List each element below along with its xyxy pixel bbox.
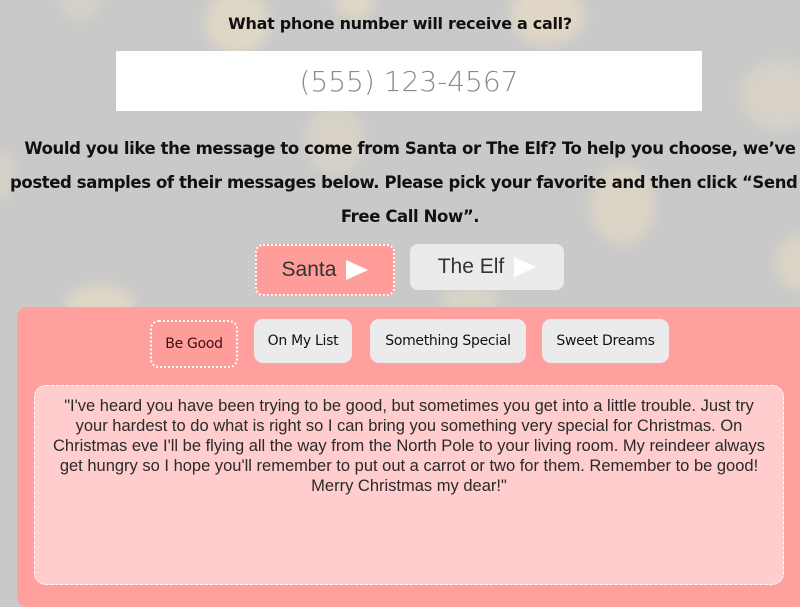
voice-instructions-line: posted samples of their messages below. … — [10, 173, 800, 192]
play-icon — [514, 257, 537, 277]
tab-sweet-dreams[interactable]: Sweet Dreams — [542, 319, 669, 363]
santa-voice-button[interactable]: Santa — [255, 244, 395, 296]
message-text-box: "I've heard you have been trying to be g… — [34, 385, 784, 585]
voice-instructions-line: Would you like the message to come from … — [24, 139, 796, 158]
message-text: "I've heard you have been trying to be g… — [52, 397, 765, 495]
tab-something-special[interactable]: Something Special — [370, 319, 526, 363]
phone-number-input[interactable] — [116, 51, 702, 111]
voice-instructions-line: Free Call Now”. — [340, 207, 480, 226]
tab-be-good[interactable]: Be Good — [150, 320, 238, 368]
phone-question-label: What phone number will receive a call? — [228, 14, 572, 33]
tab-on-my-list[interactable]: On My List — [254, 319, 352, 363]
tab-label: Be Good — [165, 336, 223, 352]
voice-instructions: Would you like the message to come from … — [10, 132, 800, 234]
tab-label: Sweet Dreams — [556, 333, 655, 349]
tab-label: Something Special — [385, 333, 511, 349]
phone-call-form: What phone number will receive a call? W… — [0, 0, 800, 607]
elf-voice-label: The Elf — [437, 255, 505, 278]
message-sample-panel: Be Good On My List Something Special Swe… — [17, 307, 800, 607]
santa-voice-label: Santa — [281, 258, 337, 281]
play-icon — [346, 260, 369, 280]
elf-voice-button[interactable]: The Elf — [410, 244, 564, 290]
tab-label: On My List — [267, 333, 339, 349]
